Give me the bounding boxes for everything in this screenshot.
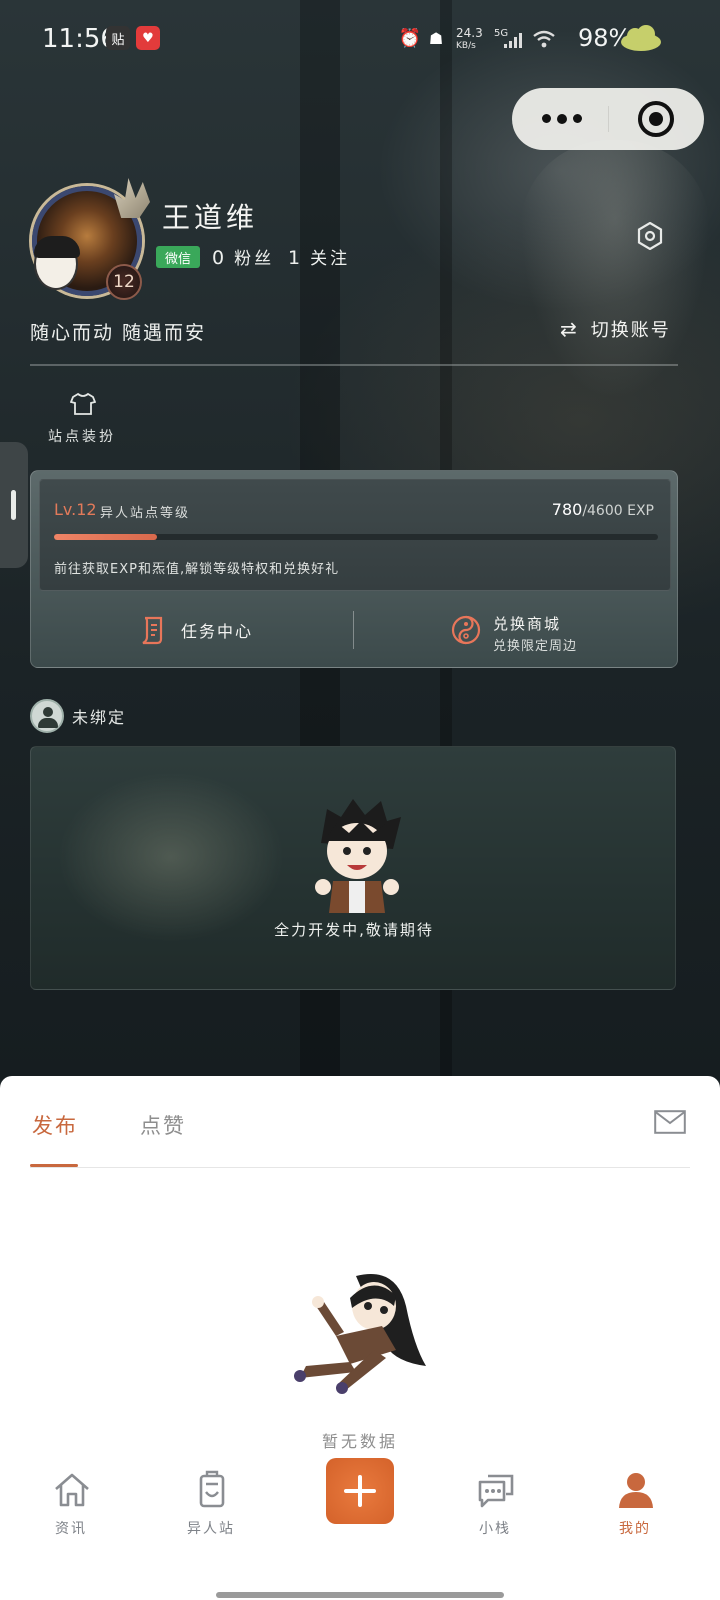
chat-icon [478,1474,514,1508]
task-center-label: 任务中心 [181,622,254,641]
task-center-button[interactable]: 任务中心 [139,613,269,647]
empty-state-mascot-image [294,1274,426,1394]
avatar-frame-crest [114,178,150,218]
net-speed-unit: KB/s [456,41,476,51]
yinyang-icon [451,615,481,645]
bg-figure [520,140,710,400]
username: 王道维 [162,201,259,234]
weather-cloud-icon [621,25,661,51]
action-divider [353,611,354,649]
close-miniapp-icon[interactable] [638,101,674,137]
exp-max: /4600 EXP [582,503,654,519]
fans-count: 0 [212,247,225,269]
side-drawer-handle[interactable] [0,442,28,568]
tab-published[interactable]: 发布 [32,1110,78,1140]
nav-news-label: 资讯 [55,1521,87,1537]
nav-inn-label: 小栈 [479,1521,511,1537]
profile-divider [30,364,678,366]
binding-status[interactable]: 未绑定 [30,698,126,734]
net-speed-value: 24.3 [456,26,483,40]
exp-progress-bar [54,534,658,540]
redeem-shop-button[interactable]: 兑换商城 兑换限定周边 [451,609,631,654]
signal-icon [504,33,522,48]
unbound-avatar-icon [30,699,64,733]
switch-account-button[interactable]: ⇄ 切换账号 [560,316,671,342]
avatar-level-badge: 12 [106,264,142,300]
station-icon [199,1470,225,1508]
avatar-chibi [34,236,80,290]
settings-hex-icon[interactable] [636,222,664,250]
exp-current: 780 [551,500,583,519]
fans-stat[interactable]: 0 粉丝 [212,244,274,269]
follow-count: 1 [288,247,301,269]
mail-icon[interactable] [654,1110,686,1134]
mascot-thumbs-up-image [315,799,401,913]
nav-mine-label: 我的 [619,1521,651,1537]
nav-news[interactable]: 资讯 [16,1458,126,1538]
nav-station-label: 异人站 [187,1521,235,1537]
miniapp-capsule [512,88,704,150]
fans-label: 粉丝 [234,249,275,269]
notification-icon: ☗ [428,28,444,48]
nav-inn[interactable]: 小栈 [440,1458,550,1538]
exp-readout: 780/4600 EXP [552,500,654,519]
level-actions: 任务中心 兑换商城 兑换限定周边 [31,591,679,669]
home-icon [55,1473,89,1507]
site-decor-button[interactable]: 站点装扮 [44,392,124,452]
level-title: 异人站点等级 [100,506,191,521]
follow-stat[interactable]: 1 关注 [288,244,350,269]
more-icon[interactable] [542,114,582,124]
switch-account-label: 切换账号 [590,320,671,341]
redeem-shop-title: 兑换商城 [493,615,562,633]
publish-button[interactable] [326,1458,394,1524]
tab-likes[interactable]: 点赞 [140,1110,186,1140]
capsule-divider [608,106,609,132]
bottom-nav: 资讯 异人站 小栈 我的 [0,1458,720,1600]
in-development-card: 全力开发中,敬请期待 [30,746,676,990]
nav-mine[interactable]: 我的 [580,1458,690,1538]
status-bar: 11:56 贴 ♥ ⏰ ☗ 24.3 KB/s 5G 98% [0,0,720,80]
level-value: Lv.12 [54,500,97,519]
swap-arrows-icon: ⇄ [560,317,579,341]
site-decor-label: 站点装扮 [48,429,116,445]
plus-icon [344,1475,376,1507]
scroll-icon [142,616,163,645]
alarm-icon: ⏰ [398,27,422,49]
binding-status-label: 未绑定 [72,708,127,727]
level-progress-panel: Lv.12 异人站点等级 780/4600 EXP 前往获取EXP和炁值,解锁等… [39,479,671,591]
heart-app-icon: ♥ [136,26,160,50]
net-speed: 24.3 KB/s [456,26,483,52]
nav-station[interactable]: 异人站 [156,1458,266,1538]
home-indicator [216,1592,504,1598]
tabs-divider [30,1167,690,1168]
account-type-badge: 微信 [156,246,200,268]
wifi-icon [533,30,555,48]
avatar[interactable]: 12 [26,178,150,302]
redeem-shop-subtitle: 兑换限定周边 [493,639,578,654]
level-hint: 前往获取EXP和炁值,解锁等级特权和兑换好礼 [54,562,340,577]
tieba-icon: 贴 [106,26,130,50]
exp-progress-fill [54,534,157,540]
empty-state-text: 暂无数据 [321,1432,398,1451]
in-development-message: 全力开发中,敬请期待 [274,921,434,939]
user-bio: 随心而动 随遇而安 [30,322,207,344]
follow-label: 关注 [310,249,351,269]
person-icon [619,1473,653,1508]
shirt-icon [70,392,96,415]
level-card: Lv.12 异人站点等级 780/4600 EXP 前往获取EXP和炁值,解锁等… [30,470,678,668]
